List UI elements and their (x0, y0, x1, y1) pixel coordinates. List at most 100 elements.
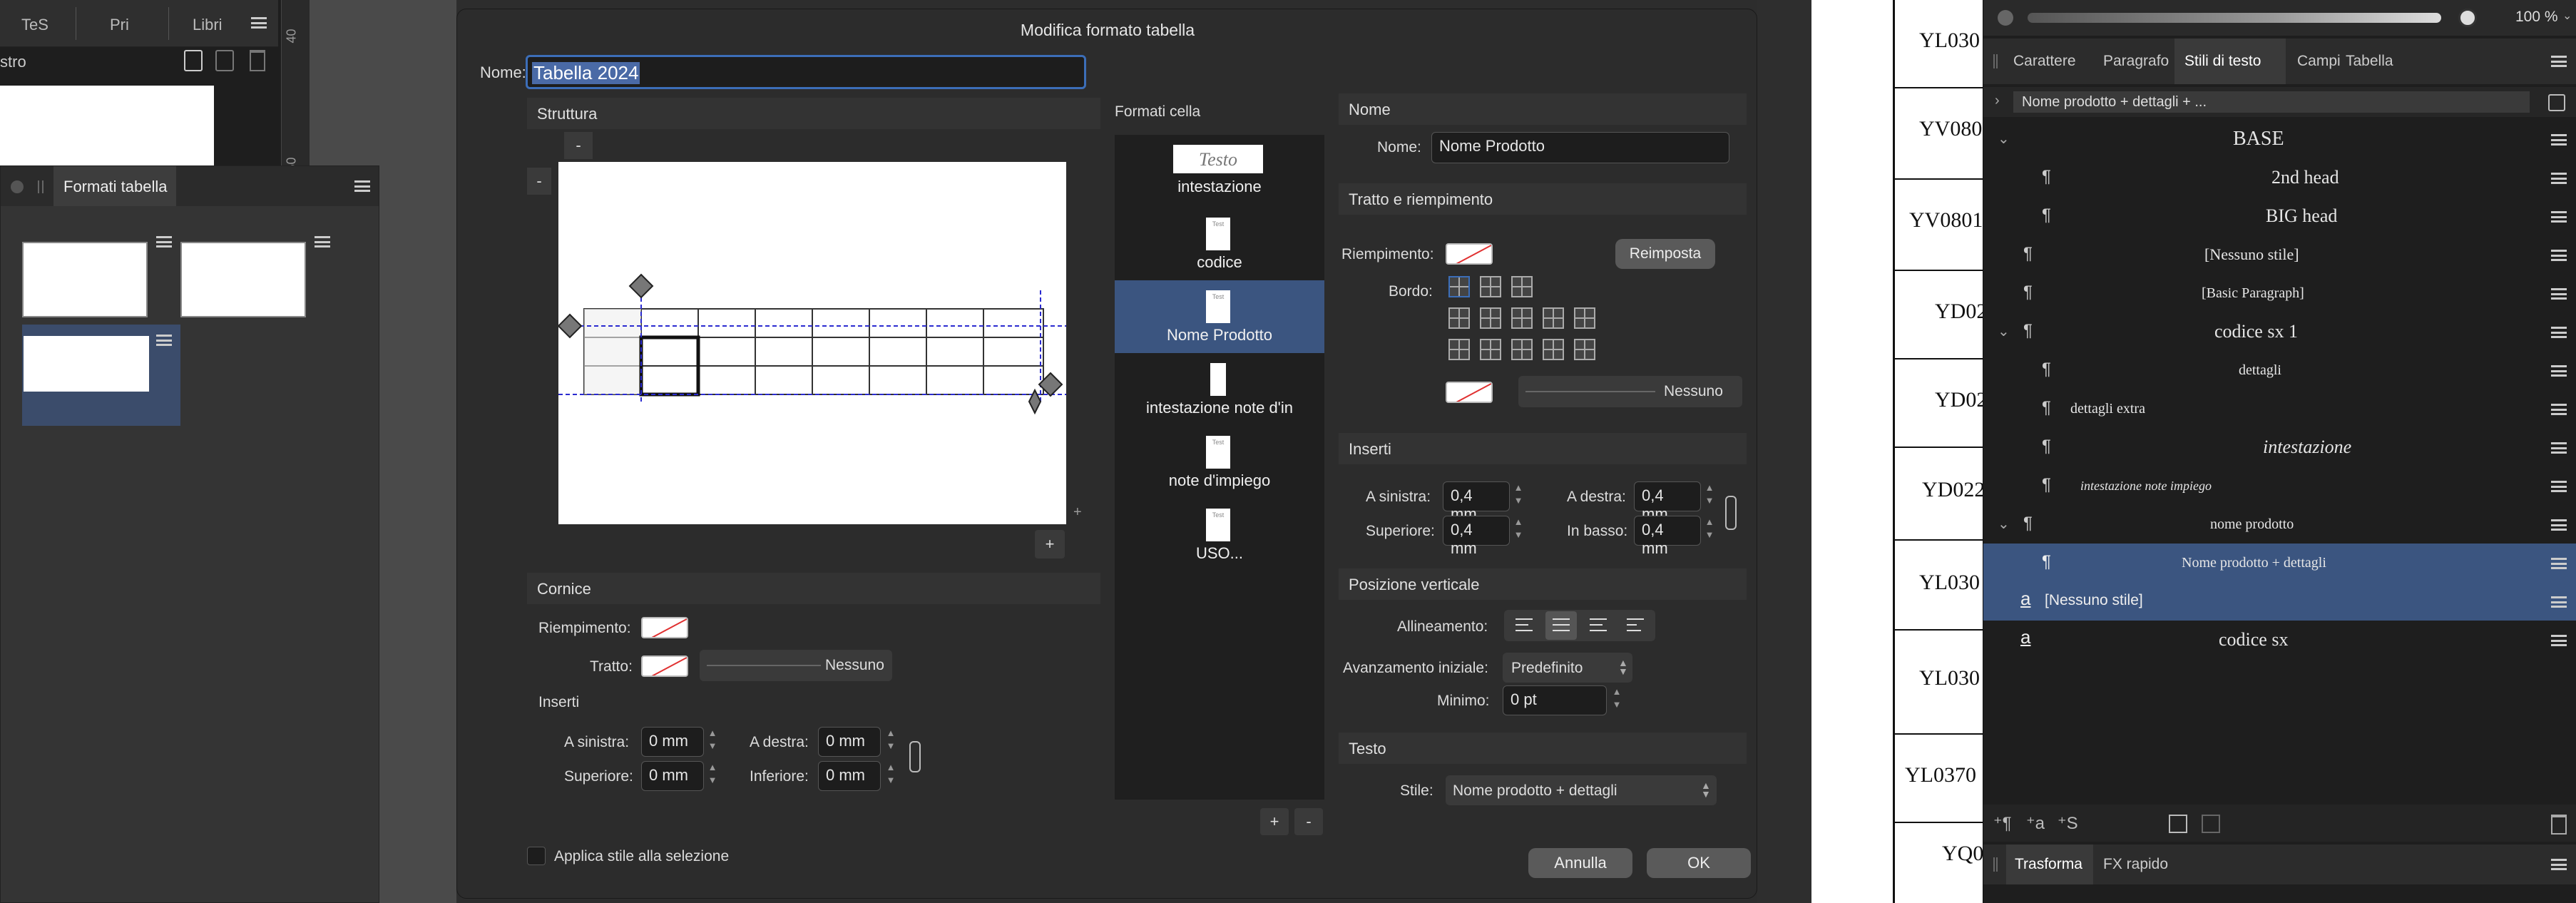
cell-format-item[interactable]: Test codice (1115, 208, 1324, 280)
style-row[interactable]: ¶ dettagli extra (1983, 389, 2576, 428)
style-group-row[interactable]: ⌄ ¶ codice sx 1 (1983, 312, 2576, 351)
cell-format-item[interactable]: intestazione note d'in (1115, 353, 1324, 426)
border-preset-icon[interactable] (1511, 276, 1533, 297)
style-menu-icon[interactable] (2551, 596, 2567, 608)
tab-stili-di-testo[interactable]: Stili di testo (2184, 53, 2261, 70)
new-page-icon[interactable] (184, 50, 203, 71)
style-menu-icon[interactable] (2551, 173, 2567, 184)
new-style-icon[interactable] (2548, 94, 2565, 111)
close-icon[interactable] (11, 180, 24, 193)
style-row-selected[interactable]: a [Nessuno stile] (1983, 582, 2576, 621)
tab-tabella[interactable]: Tabella (2346, 53, 2393, 70)
right-superiore-stepper[interactable]: ▲ ▼ (1513, 516, 1524, 544)
cell-format-item[interactable]: Test note d'impiego (1115, 426, 1324, 499)
border-preset-icon[interactable] (1448, 276, 1470, 297)
style-row[interactable]: ¶ BIG head (1983, 197, 2576, 235)
bordo-color-swatch[interactable] (1446, 382, 1493, 403)
bordo-stroke-select[interactable]: Nessuno (1518, 376, 1742, 407)
table-preview[interactable] (557, 162, 1066, 524)
cancel-button[interactable]: Annulla (1528, 848, 1632, 878)
minus-top-button[interactable]: - (564, 132, 593, 159)
style-group-row[interactable]: ⌄ BASE (1983, 120, 2576, 158)
style-group-row[interactable]: ⌄ ¶ nome prodotto (1983, 505, 2576, 544)
link-icon[interactable] (909, 741, 921, 772)
tab-libri[interactable]: Libri (193, 16, 223, 34)
align-top-icon[interactable] (1508, 611, 1540, 640)
tab-fx-rapido[interactable]: FX rapido (2103, 856, 2168, 873)
table-format-thumb-2[interactable] (180, 242, 306, 317)
cornice-a-destra-stepper[interactable]: ▲ ▼ (885, 727, 896, 755)
style-row[interactable]: ¶ [Nessuno stile] (1983, 235, 2576, 274)
thumb-menu-icon[interactable] (156, 236, 172, 248)
style-menu-icon[interactable] (2551, 404, 2567, 415)
style-row[interactable]: ¶ 2nd head (1983, 158, 2576, 197)
apply-style-icon[interactable] (2169, 815, 2187, 833)
clear-style-icon[interactable] (2202, 815, 2220, 833)
minus-left-button[interactable]: - (527, 168, 551, 195)
right-fill-swatch[interactable] (1446, 243, 1493, 265)
minimo-field[interactable]: 0 pt (1503, 685, 1607, 715)
grip-icon[interactable] (1993, 857, 1998, 872)
style-menu-icon[interactable] (2551, 558, 2567, 569)
cell-format-item-selected[interactable]: Test Nome Prodotto (1115, 280, 1324, 353)
right-superiore-field[interactable]: 0,4 mm (1443, 516, 1510, 557)
name-input[interactable]: Tabella 2024 (526, 55, 1086, 89)
right-a-destra-stepper[interactable]: ▲ ▼ (1704, 481, 1715, 510)
plus-bottom-button[interactable]: + (1035, 530, 1065, 558)
new-character-style-icon[interactable]: ⁺a (2026, 813, 2045, 834)
grip-icon[interactable] (1993, 54, 1998, 68)
cornice-a-sinistra-stepper[interactable]: ▲ ▼ (707, 727, 718, 755)
table-format-thumb-1[interactable] (22, 242, 148, 317)
panel-menu-icon[interactable] (354, 180, 370, 192)
zoom-slider-thumb[interactable] (2458, 9, 2477, 27)
avanzamento-select[interactable]: Predefinito ▲ ▼ (1503, 653, 1632, 683)
style-row[interactable]: ¶ dettagli (1983, 351, 2576, 389)
cornice-superiore-stepper[interactable]: ▲ ▼ (707, 761, 718, 790)
border-preset-icon[interactable] (1511, 307, 1533, 329)
cornice-stroke-swatch[interactable] (641, 655, 688, 677)
cornice-superiore-field[interactable]: 0 mm (641, 761, 704, 791)
right-in-basso-stepper[interactable]: ▲ ▼ (1704, 516, 1715, 544)
cornice-inferiore-field[interactable]: 0 mm (818, 761, 881, 791)
ok-button[interactable]: OK (1647, 848, 1751, 878)
style-row[interactable]: ¶ intestazione note impiego (1983, 466, 2576, 505)
chevron-right-icon[interactable]: › (1995, 93, 2000, 109)
cell-format-item[interactable]: Testo intestazione (1115, 135, 1324, 208)
border-preset-icon[interactable] (1448, 307, 1470, 329)
cornice-fill-swatch[interactable] (641, 617, 688, 638)
trash-icon[interactable] (2551, 815, 2567, 835)
chevron-down-icon[interactable]: ⌄ (1998, 322, 2010, 340)
right-link-icon[interactable] (1725, 496, 1737, 530)
style-row[interactable]: a codice sx (1983, 621, 2576, 659)
cornice-stroke-select[interactable]: Nessuno (700, 650, 892, 681)
stile-select[interactable]: Nome prodotto + dettagli ▲ ▼ (1446, 775, 1717, 805)
tab-paragrafo[interactable]: Paragrafo (2103, 53, 2169, 70)
apply-checkbox[interactable] (527, 847, 546, 865)
border-preset-icon[interactable] (1543, 339, 1564, 360)
tab-carattere[interactable]: Carattere (2013, 53, 2076, 70)
panel-menu-icon[interactable] (2551, 56, 2567, 67)
menu-icon[interactable] (251, 17, 267, 29)
tab-trasforma[interactable]: Trasforma (2015, 856, 2082, 873)
style-menu-icon[interactable] (2551, 327, 2567, 338)
add-cell-format-button[interactable]: + (1260, 808, 1289, 835)
style-row[interactable]: ¶ [Basic Paragraph] (1983, 274, 2576, 312)
style-row[interactable]: ¶ intestazione (1983, 428, 2576, 466)
style-menu-icon[interactable] (2551, 635, 2567, 646)
align-bottom-icon[interactable] (1583, 611, 1614, 640)
copy-icon[interactable] (215, 50, 234, 71)
style-menu-icon[interactable] (2551, 365, 2567, 377)
new-style-group-icon[interactable]: ⁺S (2058, 813, 2078, 834)
thumb-menu-icon[interactable] (315, 236, 330, 248)
nome-field[interactable]: Nome Prodotto (1431, 132, 1729, 163)
border-preset-icon[interactable] (1574, 339, 1595, 360)
border-preset-icon[interactable] (1480, 307, 1501, 329)
right-a-sinistra-field[interactable]: 0,4 mm (1443, 481, 1510, 523)
minimo-stepper[interactable]: ▲ ▼ (1611, 685, 1622, 714)
chevron-down-icon[interactable]: ⌄ (1998, 515, 2010, 533)
border-preset-icon[interactable] (1480, 276, 1501, 297)
cornice-a-destra-field[interactable]: 0 mm (818, 727, 881, 757)
grip-icon[interactable] (38, 180, 44, 193)
cornice-a-sinistra-field[interactable]: 0 mm (641, 727, 704, 757)
tab-tes[interactable]: TeS (21, 16, 48, 34)
